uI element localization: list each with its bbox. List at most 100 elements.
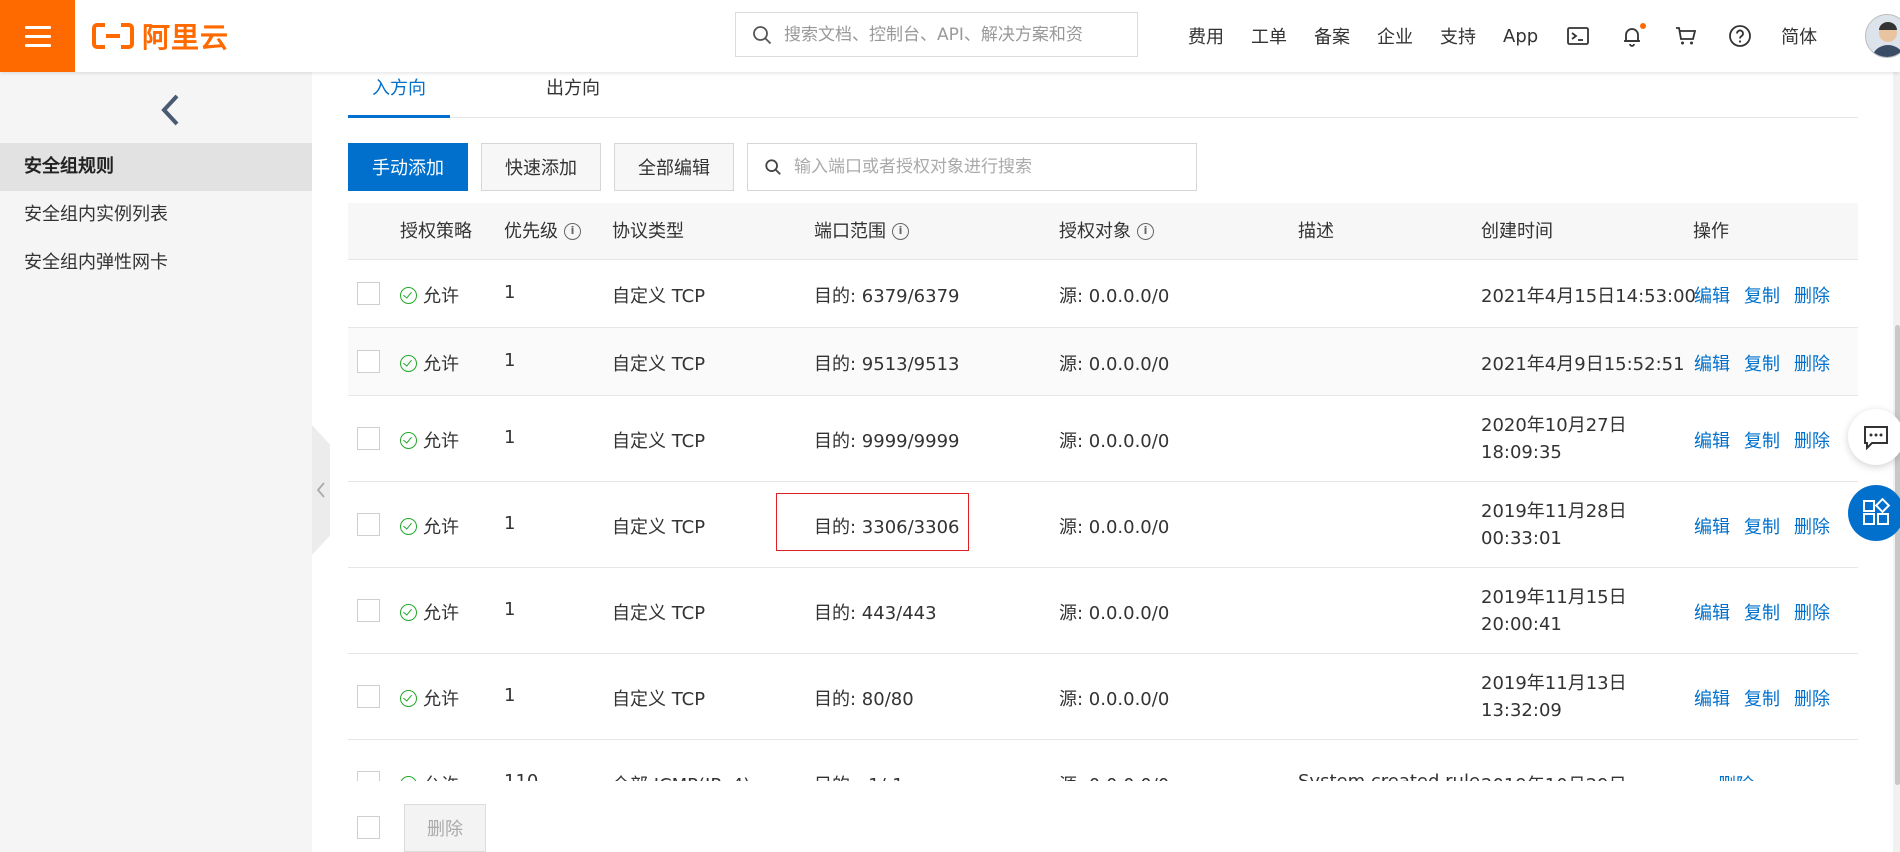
edit-link[interactable]: 编辑 — [1694, 282, 1730, 308]
copy-link[interactable]: 复制 — [1744, 350, 1780, 376]
edit-link[interactable]: 编辑 — [1694, 599, 1730, 625]
tab-inbound[interactable]: 入方向 — [348, 74, 450, 118]
copy-link[interactable]: 复制 — [1744, 685, 1780, 711]
rule-search-input[interactable] — [794, 157, 1194, 177]
policy-label: 允许 — [423, 689, 459, 710]
global-search[interactable] — [735, 12, 1138, 57]
logo-text: 阿里云 — [142, 21, 230, 54]
top-navigation-bar: 阿里云 费用 工单 备案 企业 支持 App 简体 — [0, 0, 1900, 72]
cell-source: 源: 0.0.0.0/0 — [1059, 771, 1169, 781]
table-row: 允许 110 全部 ICMP(IPv4) 目的: -1/-1 源: 0.0.0.0/0 S… — [348, 740, 1858, 781]
nav-item-support[interactable]: 支持 — [1440, 23, 1476, 49]
cell-actions: 编辑 复制 删除 — [1694, 282, 1830, 308]
check-circle-icon — [400, 431, 417, 449]
chevron-left-icon[interactable] — [155, 90, 185, 130]
edit-link[interactable]: 编辑 — [1694, 685, 1730, 711]
row-checkbox[interactable] — [357, 513, 380, 536]
user-avatar[interactable] — [1865, 14, 1900, 58]
menu-button[interactable] — [0, 0, 75, 72]
cell-created-time: 2019年11月15日 20:00:41 — [1481, 584, 1627, 638]
sidebar: 安全组规则 安全组内实例列表 安全组内弹性网卡 — [0, 72, 312, 852]
cell-priority: 1 — [504, 685, 516, 706]
cell-actions: 编辑 复制 删除 — [1694, 599, 1830, 625]
nav-item-billing[interactable]: 费用 — [1188, 23, 1224, 49]
table-row: 允许 1 自定义 TCP 目的: 3306/3306 源: 0.0.0.0/0 2019年… — [348, 482, 1858, 568]
created-date: 2020年10月27日 — [1481, 415, 1627, 436]
copy-link[interactable]: 复制 — [1744, 599, 1780, 625]
edit-all-button[interactable]: 全部编辑 — [614, 143, 734, 191]
delete-link[interactable]: 删除 — [1794, 427, 1830, 453]
nav-item-ticket[interactable]: 工单 — [1251, 23, 1287, 49]
column-header-port: 端口范围 i — [814, 203, 909, 260]
table-header: 授权策略 优先级 i 协议类型 端口范围 i 授权对象 i 描述 创建时间 操作 — [348, 203, 1858, 260]
direction-tabs: 入方向 出方向 — [348, 72, 1858, 118]
delete-link[interactable]: 删除 — [1794, 282, 1830, 308]
row-checkbox[interactable] — [357, 350, 380, 373]
page-scrollbar-thumb[interactable] — [1895, 325, 1900, 785]
sidebar-item-instances[interactable]: 安全组内实例列表 — [0, 191, 312, 239]
check-circle-icon — [400, 689, 417, 707]
row-checkbox[interactable] — [357, 771, 380, 781]
delete-link[interactable]: 删除 — [1718, 771, 1754, 781]
policy-label: 允许 — [423, 517, 459, 538]
tab-outbound[interactable]: 出方向 — [522, 74, 624, 118]
nav-item-enterprise[interactable]: 企业 — [1377, 23, 1413, 49]
cell-source: 源: 0.0.0.0/0 — [1059, 431, 1170, 452]
chat-icon — [1864, 426, 1888, 450]
apps-button[interactable] — [1848, 485, 1900, 541]
created-date: 2019年11月13日 — [1481, 673, 1627, 694]
info-icon[interactable]: i — [1137, 223, 1154, 240]
row-checkbox[interactable] — [357, 282, 380, 305]
cell-policy: 允许 — [400, 685, 459, 711]
global-search-input[interactable] — [784, 24, 1124, 45]
sidebar-collapse-handle[interactable] — [312, 425, 330, 555]
bell-icon[interactable] — [1619, 23, 1647, 49]
aliyun-logo[interactable]: 阿里云 — [92, 16, 229, 56]
cell-priority: 1 — [504, 350, 516, 371]
batch-delete-button[interactable]: 删除 — [404, 803, 486, 852]
rules-toolbar: 手动添加 快速添加 全部编辑 — [348, 143, 1197, 191]
row-checkbox[interactable] — [357, 427, 380, 450]
row-checkbox[interactable] — [357, 685, 380, 708]
edit-link[interactable]: 编辑 — [1694, 513, 1730, 539]
table-row: 允许 1 自定义 TCP 目的: 6379/6379 源: 0.0.0.0/0 2021年… — [348, 260, 1858, 328]
manual-add-button[interactable]: 手动添加 — [348, 143, 468, 191]
delete-link[interactable]: 删除 — [1794, 350, 1830, 376]
quick-add-button[interactable]: 快速添加 — [481, 143, 601, 191]
nav-item-icp[interactable]: 备案 — [1314, 23, 1350, 49]
edit-link[interactable]: 编辑 — [1694, 350, 1730, 376]
bottom-actions: 删除 — [348, 803, 486, 852]
sidebar-item-eni[interactable]: 安全组内弹性网卡 — [0, 239, 312, 287]
delete-link[interactable]: 删除 — [1794, 513, 1830, 539]
column-header-priority: 优先级 i — [504, 203, 581, 260]
menu-icon-line — [24, 43, 51, 47]
copy-link[interactable]: 复制 — [1744, 427, 1780, 453]
cell-actions: 编辑 复制 删除 — [1694, 350, 1830, 376]
select-all-checkbox[interactable] — [357, 816, 380, 839]
edit-link[interactable]: 编辑 — [1694, 427, 1730, 453]
cell-protocol: 自定义 TCP — [612, 286, 706, 307]
help-icon[interactable] — [1727, 23, 1753, 49]
cell-priority: 110 — [504, 771, 538, 781]
copy-link[interactable]: 复制 — [1744, 282, 1780, 308]
info-icon[interactable]: i — [892, 223, 909, 240]
chat-button[interactable] — [1848, 409, 1900, 465]
table-row: 允许 1 自定义 TCP 目的: 9999/9999 源: 0.0.0.0/0 2020年… — [348, 396, 1858, 482]
cell-protocol: 自定义 TCP — [612, 603, 706, 624]
copy-link[interactable]: 复制 — [1744, 513, 1780, 539]
info-icon[interactable]: i — [564, 223, 581, 240]
terminal-icon[interactable] — [1565, 23, 1591, 49]
cart-icon[interactable] — [1673, 23, 1699, 49]
delete-link[interactable]: 删除 — [1794, 599, 1830, 625]
sidebar-item-rules[interactable]: 安全组规则 — [0, 143, 312, 191]
rule-search[interactable] — [747, 143, 1197, 191]
cell-source: 源: 0.0.0.0/0 — [1059, 603, 1170, 624]
row-checkbox[interactable] — [357, 599, 380, 622]
column-header-label: 操作 — [1693, 221, 1729, 242]
created-date: 2019年11月15日 — [1481, 587, 1627, 608]
language-switch[interactable]: 简体 — [1781, 23, 1817, 49]
cell-created-time: 2019年10月29日 — [1481, 771, 1627, 781]
delete-link[interactable]: 删除 — [1794, 685, 1830, 711]
nav-item-app[interactable]: App — [1503, 26, 1538, 47]
table-row: 允许 1 自定义 TCP 目的: 80/80 源: 0.0.0.0/0 2019年11月1… — [348, 654, 1858, 740]
